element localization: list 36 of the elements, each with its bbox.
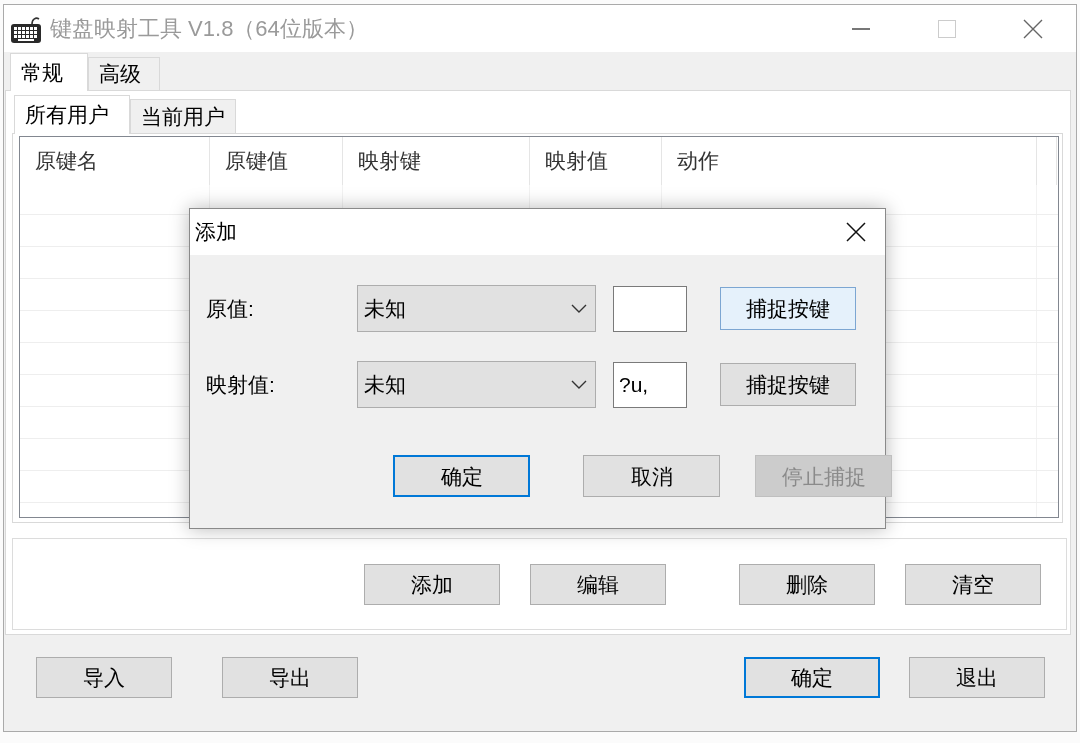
key-code-field[interactable]: ?u, bbox=[613, 361, 687, 408]
dialog-title: 添加 bbox=[195, 219, 237, 246]
window-title: 键盘映射工具 V1.8（64位版本） bbox=[50, 15, 368, 43]
key-code-field[interactable] bbox=[613, 285, 687, 332]
footer-button[interactable]: 确定 bbox=[744, 657, 880, 698]
field-label: 映射值: bbox=[206, 371, 276, 398]
list-action-button[interactable]: 删除 bbox=[739, 563, 875, 605]
footer-button[interactable]: 导入 bbox=[36, 657, 172, 698]
maximize-icon bbox=[938, 19, 956, 38]
column-header[interactable]: 映射值 bbox=[530, 137, 662, 185]
minimize-icon bbox=[852, 27, 870, 30]
field-label: 原值: bbox=[206, 295, 255, 322]
list-action-button[interactable]: 清空 bbox=[905, 563, 1041, 605]
tab[interactable]: 高级 bbox=[88, 57, 160, 90]
chevron-down-icon bbox=[571, 304, 587, 313]
footer-button[interactable]: 导出 bbox=[222, 657, 358, 698]
column-header[interactable]: 动作 bbox=[662, 137, 1037, 185]
column-header[interactable]: 映射键 bbox=[343, 137, 530, 185]
column-header[interactable]: 原键值 bbox=[210, 137, 343, 185]
column-header[interactable]: 原键名 bbox=[20, 137, 210, 185]
tab[interactable]: 所有用户 bbox=[14, 95, 130, 134]
key-dropdown[interactable]: 未知 bbox=[357, 285, 596, 332]
key-dropdown[interactable]: 未知 bbox=[357, 361, 596, 408]
capture-key-button[interactable]: 捕捉按键 bbox=[720, 363, 856, 406]
footer-button[interactable]: 退出 bbox=[909, 657, 1045, 698]
dialog-button[interactable]: 确定 bbox=[393, 455, 530, 497]
list-action-button[interactable]: 编辑 bbox=[530, 563, 666, 605]
capture-key-button[interactable]: 捕捉按键 bbox=[720, 287, 856, 330]
dialog-button[interactable]: 取消 bbox=[583, 455, 720, 497]
keyboard-icon bbox=[10, 14, 42, 43]
close-icon bbox=[1023, 18, 1043, 39]
tab[interactable]: 当前用户 bbox=[130, 99, 236, 133]
close-icon bbox=[846, 222, 866, 242]
chevron-down-icon bbox=[571, 380, 587, 389]
tab[interactable]: 常规 bbox=[10, 53, 88, 91]
list-action-button[interactable]: 添加 bbox=[364, 563, 500, 605]
